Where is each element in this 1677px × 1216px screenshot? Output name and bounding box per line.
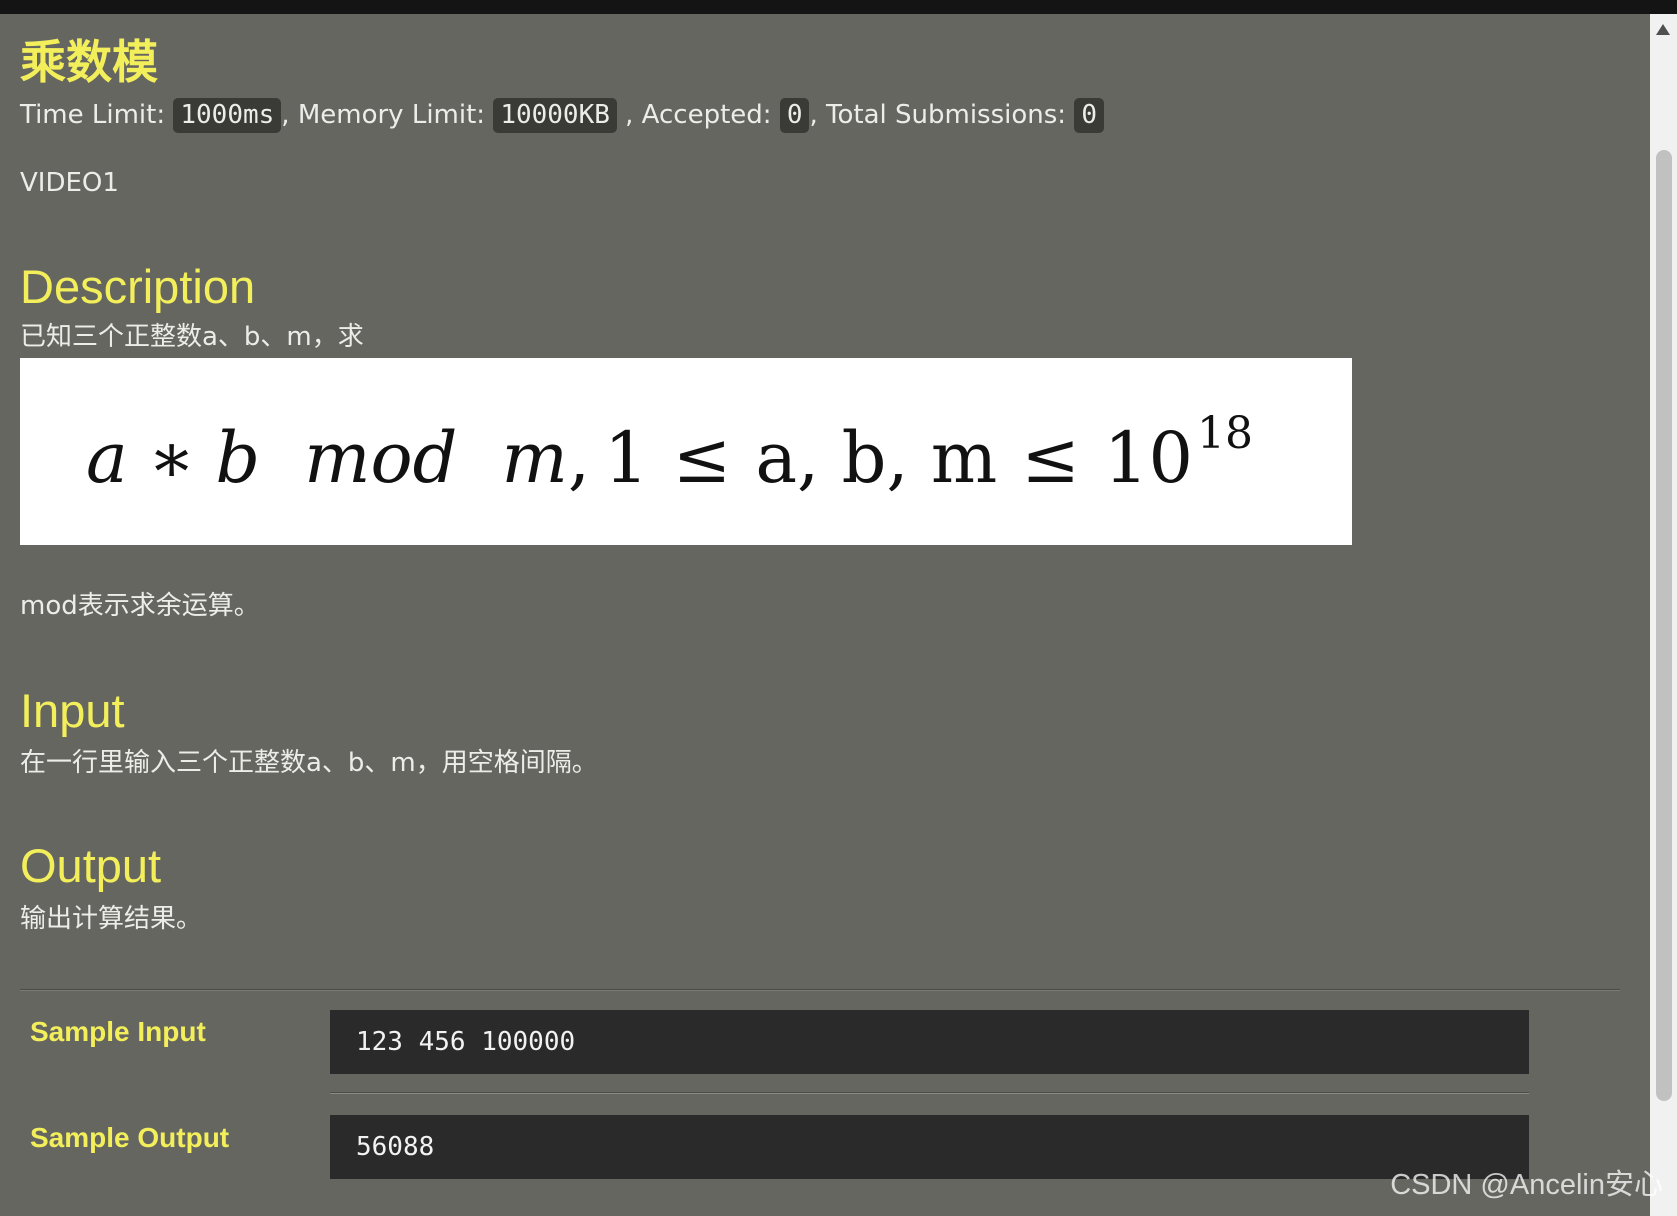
problem-source: VIDEO1 [20,168,119,198]
formula: a ∗ b mod m, 1 ≤ a, b, m ≤1018 [86,408,1253,508]
total-submissions-label: , Total Submissions: [809,100,1075,130]
sample-output-value: 56088 [356,1132,435,1162]
memory-limit-badge: 10000KB [493,98,617,133]
vertical-scrollbar[interactable] [1650,14,1677,1216]
input-heading: Input [20,684,125,737]
formula-leq-1: ≤ [672,417,732,499]
problem-title: 乘数模 [20,35,158,89]
sample-input-box: 123 456 100000 [330,1010,1529,1074]
formula-comma: , [567,417,591,499]
triangle-up-icon[interactable] [1656,24,1670,35]
formula-leq-2: ≤ [1021,417,1080,499]
total-submissions-badge: 0 [1074,98,1104,133]
description-note: mod表示求余运算。 [20,591,260,621]
sample-output-label: Sample Output [30,1122,230,1153]
accepted-badge: 0 [779,98,810,133]
formula-exponent: 18 [1197,408,1253,459]
scrollbar-thumb[interactable] [1656,150,1672,1101]
output-text: 输出计算结果。 [20,904,203,934]
formula-image: a ∗ b mod m, 1 ≤ a, b, m ≤1018 [20,358,1352,545]
formula-multiply: ∗ [147,417,196,499]
formula-lower-bound: 1 [604,417,649,499]
input-text: 在一行里输入三个正整数a、b、m，用空格间隔。 [20,748,598,778]
sample-input-value: 123 456 100000 [356,1027,576,1057]
browser-top-bar [0,0,1677,14]
formula-mod: mod [304,417,458,499]
formula-var-a: a [86,417,128,499]
sample-input-label: Sample Input [30,1016,206,1047]
formula-var-b: b [215,417,261,499]
sample-output-box: 56088 [330,1115,1529,1179]
description-intro: 已知三个正整数a、b、m，求 [20,322,364,352]
formula-base: 10 [1103,417,1193,499]
problem-limits: Time Limit: 1000ms, Memory Limit: 10000K… [20,98,1104,133]
formula-variables: a, b, m [755,417,998,499]
time-limit-label: Time Limit: [20,100,174,130]
description-heading: Description [20,260,256,313]
formula-var-m: m [501,417,568,499]
accepted-label: , Accepted: [616,100,780,130]
sample-divider [330,1092,1529,1094]
time-limit-badge: 1000ms [173,98,282,133]
output-heading: Output [20,839,162,892]
memory-limit-label: , Memory Limit: [281,100,494,130]
section-divider [20,989,1620,991]
watermark: CSDN @Ancelin安心 [1390,1169,1663,1201]
